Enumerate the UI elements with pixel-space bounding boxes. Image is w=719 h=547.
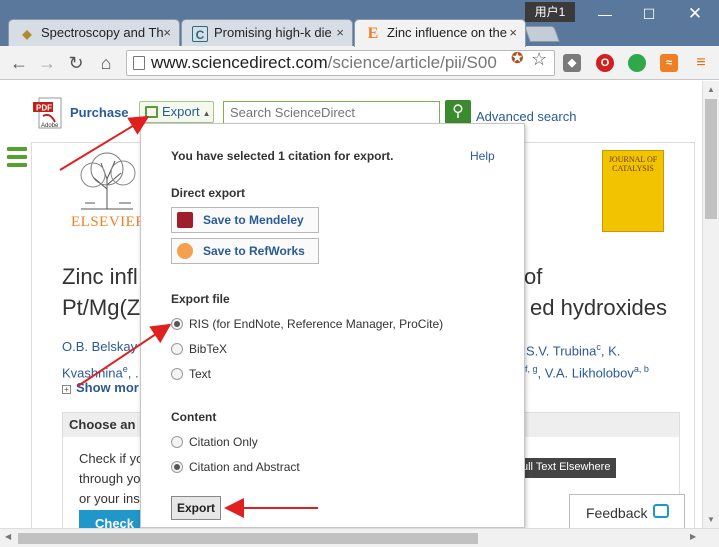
adobe-label: Adobe (41, 123, 59, 129)
radio-citation-and-abstract[interactable]: Citation and Abstract (171, 460, 300, 474)
hamburger-menu-icon[interactable] (7, 147, 27, 171)
translate-icon[interactable]: ✪ (511, 50, 524, 68)
radio-button[interactable] (171, 460, 183, 473)
extension-tag-icon[interactable]: ◆ (563, 54, 581, 72)
title-line1-right: of (524, 264, 543, 289)
back-icon[interactable]: ← (8, 52, 30, 74)
forward-icon[interactable]: → (36, 52, 58, 74)
c-logo-icon: C (192, 26, 208, 42)
scroll-up-icon[interactable]: ▲ (707, 85, 715, 94)
bookmark-star-icon[interactable]: ☆ (531, 50, 547, 68)
caret-up-icon: ▲ (202, 109, 211, 118)
url-path: /science/article/pii/S00 (327, 53, 497, 72)
mendeley-icon (177, 212, 193, 228)
elsevier-logo-text: ELSEVIER (71, 214, 146, 230)
reload-icon[interactable]: ↻ (65, 52, 87, 74)
green-dot-extension-icon[interactable] (628, 54, 646, 72)
new-tab-button[interactable] (524, 26, 560, 42)
tab-zinc-influence[interactable]: E Zinc influence on the × (354, 19, 526, 47)
direct-export-heading: Direct export (171, 186, 246, 200)
scroll-down-icon[interactable]: ▼ (707, 515, 715, 524)
purchase-link[interactable]: Purchase (70, 105, 129, 120)
export-button[interactable]: Export ▲ (139, 101, 214, 123)
horizontal-scrollbar[interactable]: ◀ ▶ (0, 528, 719, 547)
show-more-link[interactable]: + Show mor (62, 380, 139, 395)
tab-title: Spectroscopy and Th (41, 25, 164, 40)
export-dropdown: You have selected 1 citation for export.… (140, 123, 525, 528)
radio-button[interactable] (171, 317, 183, 330)
title-bar: ◆ Spectroscopy and Th × C Promising high… (0, 0, 719, 47)
content-heading: Content (171, 410, 217, 424)
search-input[interactable] (223, 101, 440, 124)
check-access-button[interactable]: Check a (79, 510, 149, 528)
scroll-right-icon[interactable]: ▶ (690, 532, 696, 541)
maximize-icon[interactable]: ☐ (634, 4, 664, 24)
scroll-left-icon[interactable]: ◀ (5, 532, 11, 541)
user-profile-label[interactable]: 用户1 (525, 2, 575, 22)
expand-icon: + (62, 385, 71, 394)
full-text-elsewhere-button[interactable]: ull Text Elsewhere (516, 458, 617, 478)
tab-title: Promising high-k die (214, 25, 332, 40)
orange-extension-icon[interactable]: ≈ (660, 54, 678, 72)
chat-bubble-icon (653, 504, 669, 518)
refworks-icon (177, 243, 193, 259)
radio-citation-only[interactable]: Citation Only (171, 435, 258, 449)
export-file-heading: Export file (171, 292, 230, 306)
feedback-label: Feedback (586, 505, 648, 521)
export-submit-button[interactable]: Export (171, 496, 221, 520)
close-icon[interactable]: × (509, 25, 517, 40)
pdf-icon[interactable]: PDF Adobe (33, 96, 63, 130)
diamond-icon: ◆ (22, 27, 32, 41)
author-link[interactable]: Kvashnina (62, 365, 123, 380)
export-icon (145, 106, 158, 118)
tab-promising-high-k[interactable]: C Promising high-k die × (181, 19, 353, 46)
vertical-scrollbar[interactable]: ▲ ▼ (702, 81, 719, 528)
export-label: Export (162, 104, 200, 119)
selection-message: You have selected 1 citation for export. (171, 149, 394, 163)
horizontal-scroll-thumb[interactable] (18, 533, 478, 544)
url-host: www.sciencedirect.com (151, 53, 328, 72)
elsevier-e-icon: E (367, 25, 379, 42)
author-link[interactable]: O.B. Belskay (62, 339, 137, 354)
page-content: PDF Adobe Purchase Export▲ ⚲ Advanced se… (0, 81, 702, 528)
radio-button[interactable] (171, 342, 183, 355)
elsevier-tree-logo (80, 152, 136, 210)
minimize-icon[interactable]: — (590, 4, 620, 24)
opera-extension-icon[interactable]: O (596, 54, 614, 72)
title-line2-left: Pt/Mg(Z (62, 295, 141, 320)
search-icon[interactable]: ⚲ (445, 100, 471, 124)
vertical-scroll-thumb[interactable] (705, 99, 717, 219)
advanced-search-link[interactable]: Advanced search (476, 109, 576, 124)
close-icon[interactable]: × (336, 25, 344, 40)
browser-menu-icon[interactable]: ≡ (690, 52, 712, 74)
radio-text[interactable]: Text (171, 367, 211, 381)
page-icon (133, 56, 145, 70)
browser-toolbar: ← → ↻ ⌂ www.sciencedirect.com/science/ar… (0, 46, 719, 80)
radio-button[interactable] (171, 367, 183, 380)
save-to-refworks-button[interactable]: Save to RefWorks (171, 238, 319, 264)
close-icon[interactable]: × (163, 25, 171, 40)
tab-spectroscopy[interactable]: ◆ Spectroscopy and Th × (8, 19, 180, 46)
help-link[interactable]: Help (470, 149, 495, 163)
tab-title: Zinc influence on the (387, 25, 507, 40)
feedback-button[interactable]: Feedback (569, 494, 685, 528)
radio-bibtex[interactable]: BibTeX (171, 342, 227, 356)
home-icon[interactable]: ⌂ (95, 52, 117, 74)
radio-button[interactable] (171, 435, 183, 448)
title-line1-left: Zinc infl (62, 264, 138, 289)
window-close-icon[interactable]: ✕ (680, 4, 710, 24)
address-bar[interactable]: www.sciencedirect.com/science/article/pi… (126, 50, 555, 76)
save-to-mendeley-button[interactable]: Save to Mendeley (171, 207, 319, 233)
access-options-text: Check if yo through yo or your ins (79, 451, 144, 506)
title-line2-right: ed hydroxides (530, 295, 667, 320)
pdf-label: PDF (36, 104, 52, 113)
author-link: f, g, V.A. Likholobova, b (525, 364, 649, 381)
journal-cover[interactable]: JOURNAL OF CATALYSIS (602, 150, 664, 232)
radio-ris[interactable]: RIS (for EndNote, Reference Manager, Pro… (171, 317, 443, 331)
